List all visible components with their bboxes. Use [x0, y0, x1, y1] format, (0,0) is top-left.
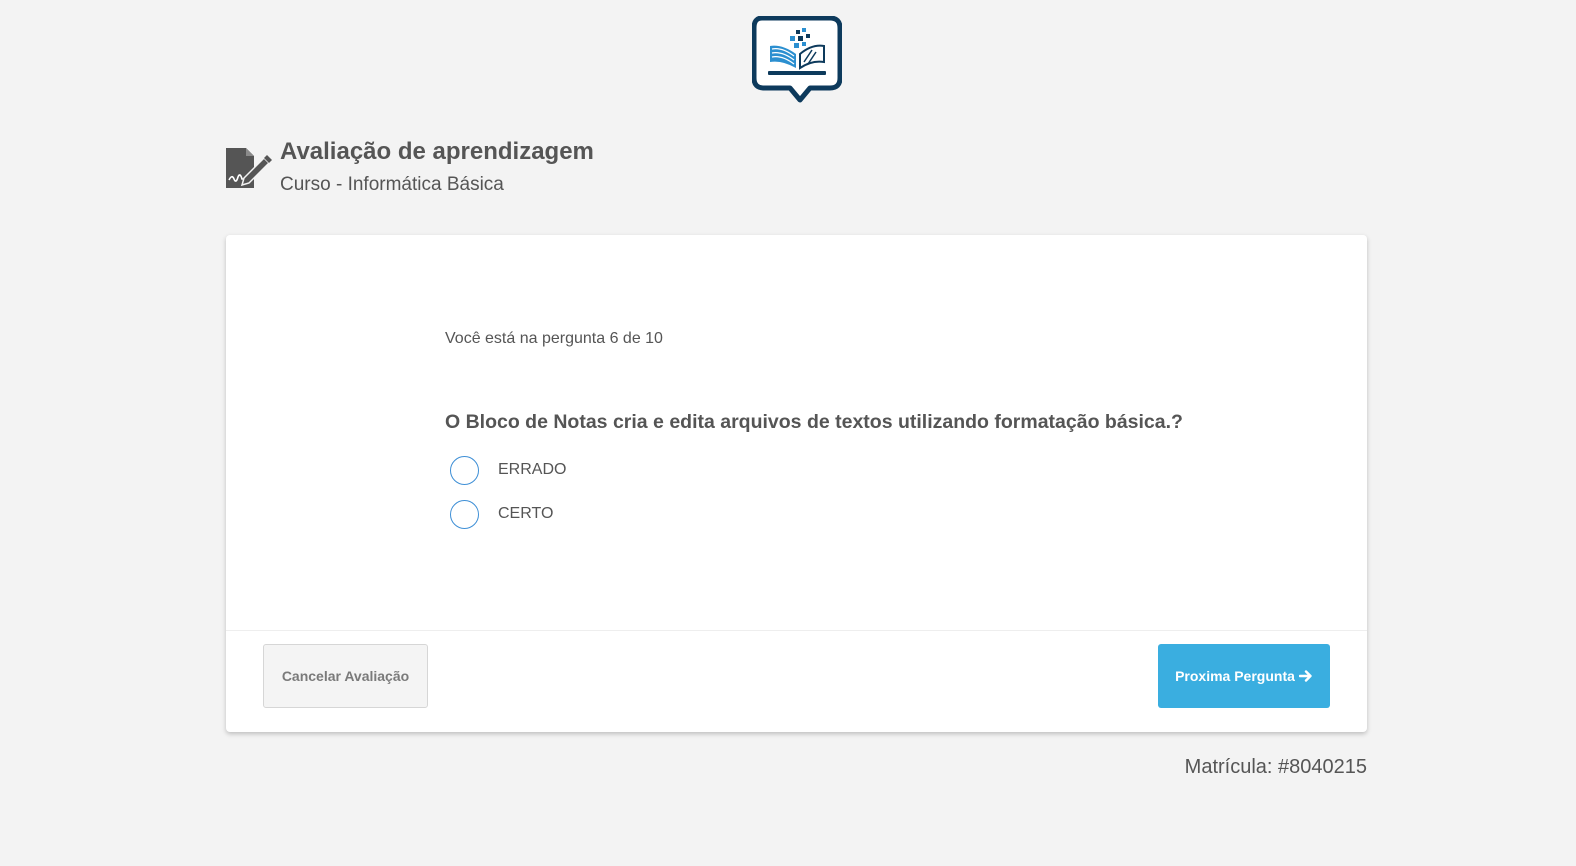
page-title: Avaliação de aprendizagem	[280, 138, 594, 165]
question-text: O Bloco de Notas cria e edita arquivos d…	[445, 411, 1183, 433]
radio-button[interactable]	[450, 499, 479, 529]
next-question-label: Proxima Pergunta	[1175, 668, 1295, 684]
page-header: Avaliação de aprendizagem Curso - Inform…	[224, 138, 924, 202]
cancel-evaluation-button[interactable]: Cancelar Avaliação	[263, 644, 428, 708]
question-progress: Você está na pergunta 6 de 10	[445, 330, 663, 347]
answer-option-errado[interactable]: ERRADO	[450, 453, 566, 487]
registration-number: Matrícula: #8040215	[1184, 756, 1367, 778]
next-question-button[interactable]: Proxima Pergunta	[1158, 644, 1330, 708]
card-divider	[226, 630, 1367, 631]
answer-option-label: ERRADO	[498, 461, 567, 478]
radio-button[interactable]	[450, 455, 479, 485]
answer-option-label: CERTO	[498, 505, 554, 522]
course-subtitle: Curso - Informática Básica	[280, 174, 504, 195]
quiz-card: Você está na pergunta 6 de 10 O Bloco de…	[226, 235, 1367, 732]
signature-pen-icon	[224, 146, 272, 190]
arrow-right-icon	[1298, 669, 1313, 683]
answer-option-certo[interactable]: CERTO	[450, 497, 553, 531]
page: Avaliação de aprendizagem Curso - Inform…	[0, 0, 1576, 866]
book-chat-logo-icon	[751, 15, 843, 104]
